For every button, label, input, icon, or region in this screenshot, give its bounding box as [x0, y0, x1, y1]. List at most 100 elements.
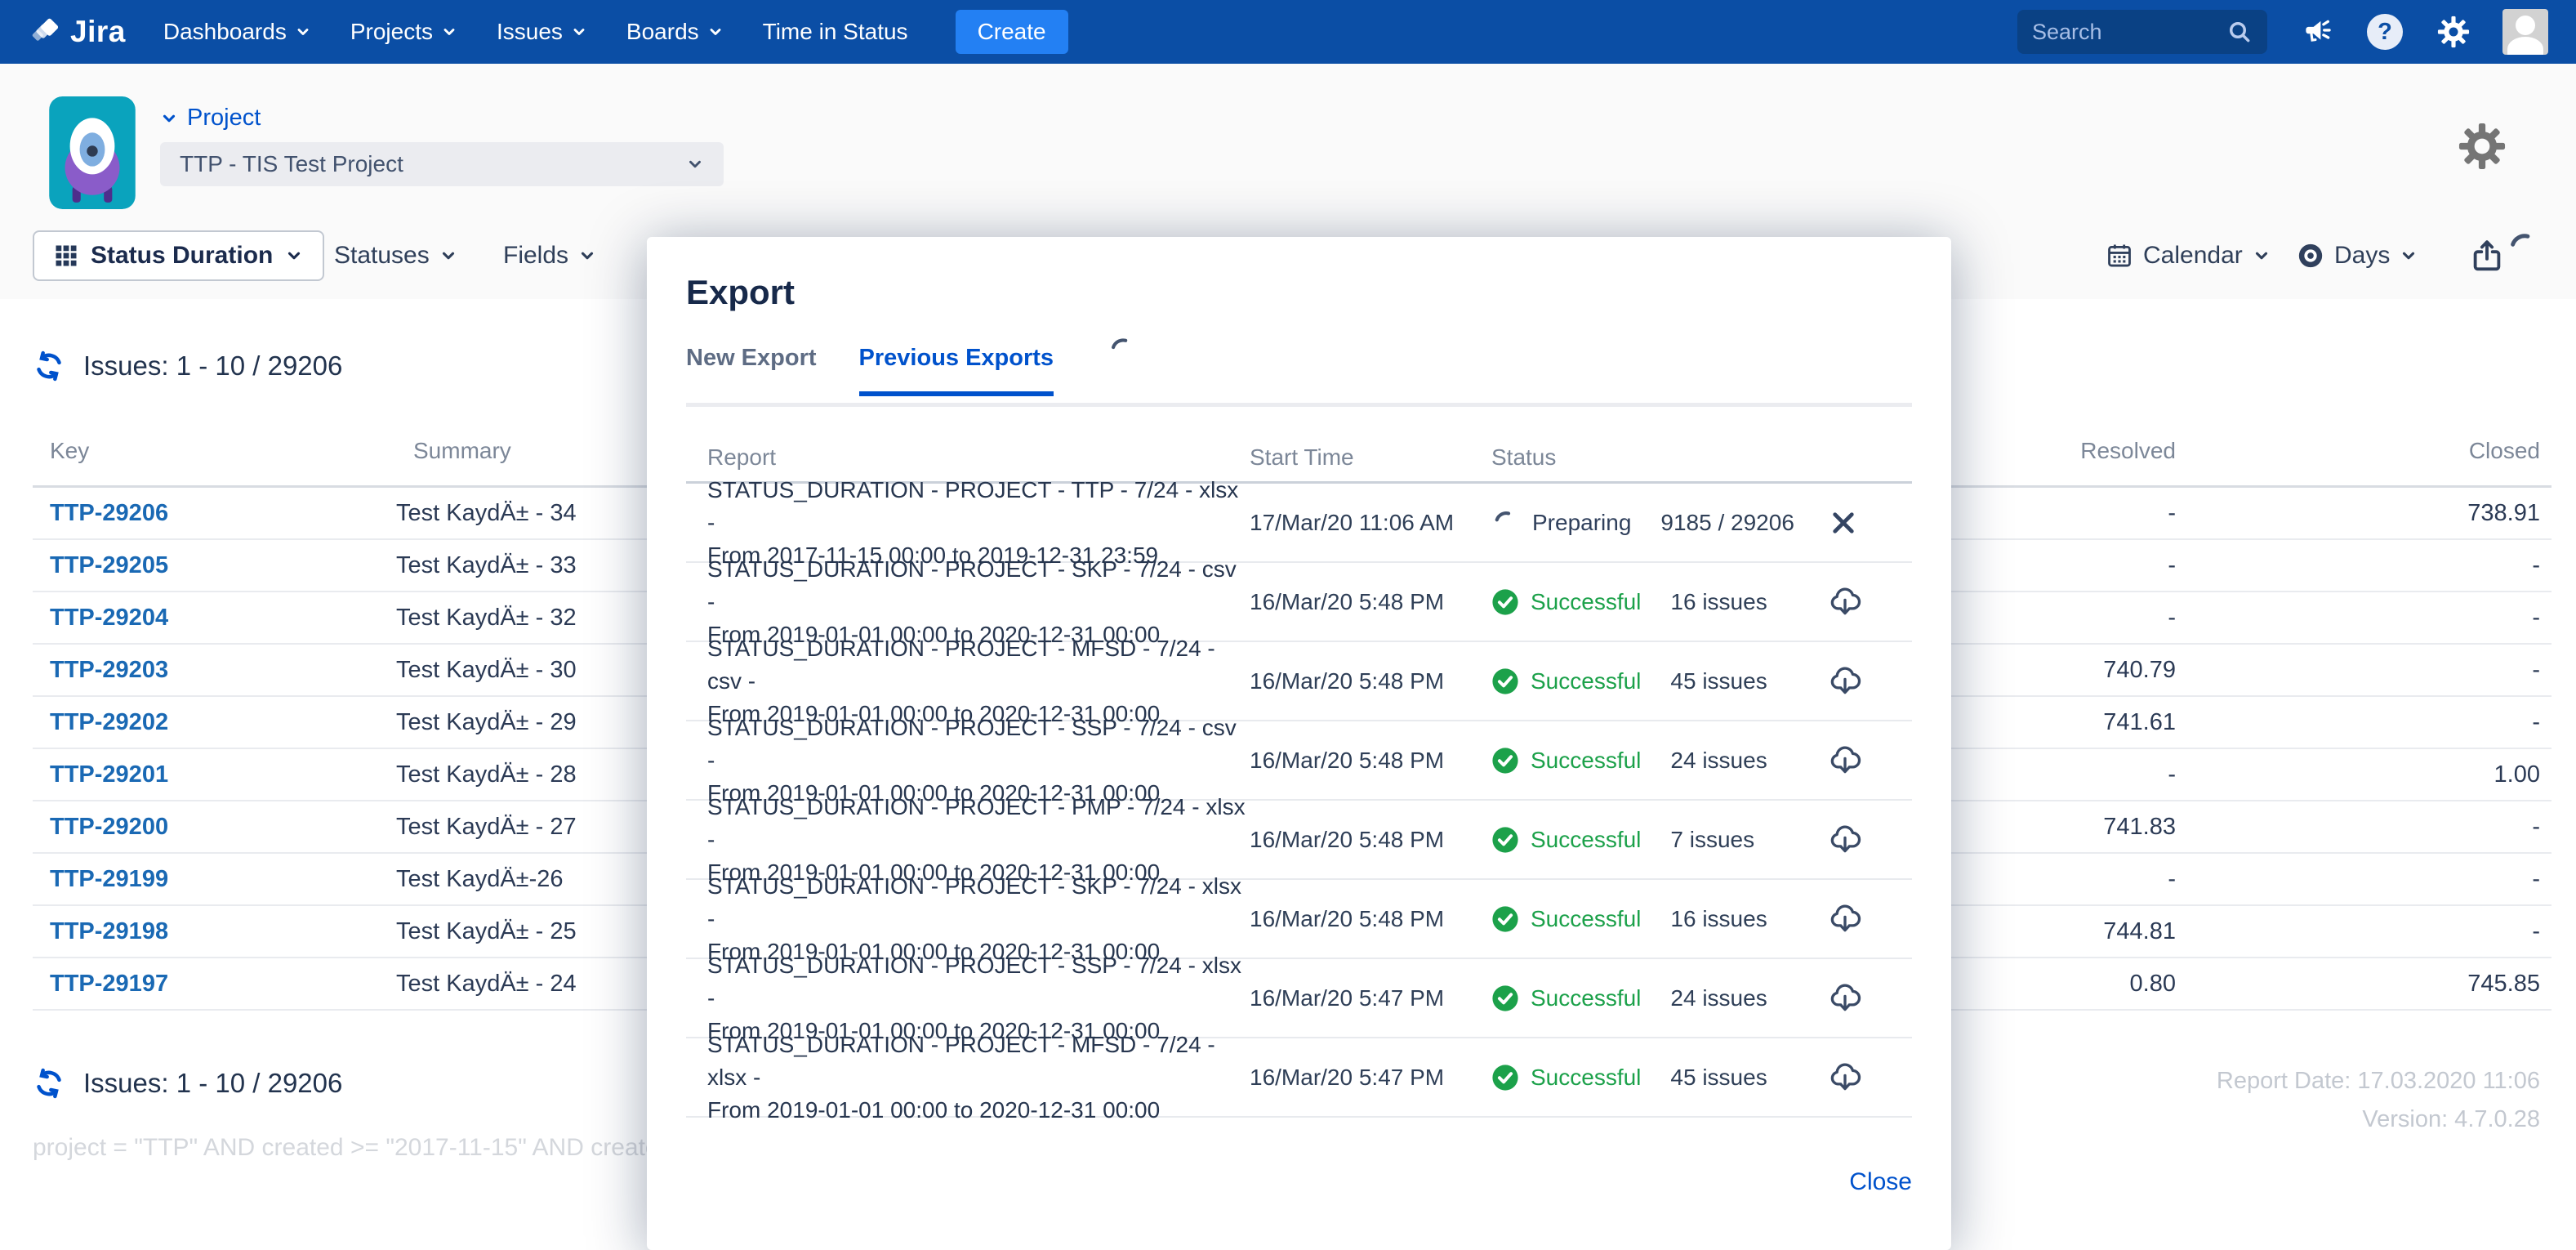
export-status: Successful 16 issues — [1491, 905, 1828, 933]
dialog-title: Export — [686, 273, 795, 312]
issue-key-link[interactable]: TTP-29197 — [33, 971, 396, 998]
tab-new-export[interactable]: New Export — [686, 338, 817, 396]
export-row: STATUS_DURATION - PROJECT - SSP - 7/24 -… — [686, 959, 1912, 1038]
issue-key-link[interactable]: TTP-29198 — [33, 918, 396, 945]
issue-key-link[interactable]: TTP-29204 — [33, 605, 396, 632]
announcements-icon[interactable] — [2300, 15, 2334, 49]
issue-closed-value: - — [2176, 657, 2540, 684]
export-share-icon[interactable] — [2468, 237, 2506, 275]
issue-closed-value: - — [2176, 605, 2540, 632]
export-status-count: 7 issues — [1670, 827, 1754, 853]
nav-item-boards[interactable]: Boards — [626, 19, 724, 45]
export-row: STATUS_DURATION - PROJECT - TTP - 7/24 -… — [686, 484, 1912, 563]
tab-previous-exports[interactable]: Previous Exports — [859, 338, 1054, 396]
export-start-time: 16/Mar/20 5:47 PM — [1250, 985, 1491, 1011]
refresh-icon[interactable] — [33, 350, 65, 382]
export-status: Preparing 9185 / 29206 — [1491, 508, 1828, 538]
export-status-count: 24 issues — [1670, 748, 1767, 774]
issue-key-link[interactable]: TTP-29206 — [33, 500, 396, 527]
report-footer: Report Date: 17.03.2020 11:06 Version: 4… — [2217, 1062, 2540, 1139]
nav-item-time-in-status[interactable]: Time in Status — [763, 19, 908, 45]
tab-loading-spinner-icon — [1108, 335, 1139, 366]
download-icon[interactable] — [1828, 743, 1862, 778]
fields-dropdown[interactable]: Fields — [503, 242, 596, 270]
issue-key-link[interactable]: TTP-29200 — [33, 814, 396, 841]
nav-item-dashboards[interactable]: Dashboards — [163, 19, 311, 45]
export-row: STATUS_DURATION - PROJECT - SKP - 7/24 -… — [686, 563, 1912, 642]
refresh-icon[interactable] — [33, 1067, 65, 1100]
search-box[interactable] — [2017, 10, 2267, 54]
column-header-closed: Closed — [2176, 438, 2540, 464]
project-settings-gear-icon[interactable] — [2455, 119, 2509, 173]
chevron-down-icon — [707, 24, 724, 40]
export-status-text: Successful — [1531, 906, 1641, 932]
user-avatar[interactable] — [2502, 9, 2548, 55]
download-icon[interactable] — [1828, 1060, 1862, 1095]
issue-key-link[interactable]: TTP-29201 — [33, 761, 396, 788]
export-status-count: 45 issues — [1670, 668, 1767, 694]
issue-closed-value: - — [2176, 814, 2540, 841]
export-status-text: Successful — [1531, 748, 1641, 774]
loading-spinner-icon — [2506, 230, 2543, 267]
issue-closed-value: 738.91 — [2176, 500, 2540, 527]
export-status: Successful 24 issues — [1491, 984, 1828, 1012]
export-status-count: 16 issues — [1670, 589, 1767, 615]
chevron-down-icon — [571, 24, 587, 40]
issue-closed-value: - — [2176, 552, 2540, 579]
export-status-text: Successful — [1531, 1065, 1641, 1091]
export-start-time: 16/Mar/20 5:48 PM — [1250, 906, 1491, 932]
project-breadcrumb[interactable]: Project — [160, 105, 261, 132]
create-button[interactable]: Create — [956, 10, 1068, 54]
export-status: Successful 24 issues — [1491, 747, 1828, 775]
export-row: STATUS_DURATION - PROJECT - SSP - 7/24 -… — [686, 721, 1912, 801]
download-icon[interactable] — [1828, 664, 1862, 699]
export-status-count: 24 issues — [1670, 985, 1767, 1011]
chevron-down-icon — [295, 24, 311, 40]
issue-key-link[interactable]: TTP-29202 — [33, 709, 396, 736]
download-icon[interactable] — [1828, 585, 1862, 619]
statuses-dropdown[interactable]: Statuses — [334, 242, 457, 270]
success-check-icon — [1491, 747, 1519, 775]
chevron-down-icon — [2253, 247, 2271, 265]
project-select[interactable]: TTP - TIS Test Project — [160, 142, 724, 186]
calendar-dropdown[interactable]: Calendar — [2106, 242, 2271, 270]
nav-item-issues[interactable]: Issues — [497, 19, 587, 45]
report-type-button[interactable]: Status Duration — [33, 230, 324, 281]
export-status: Successful 7 issues — [1491, 826, 1828, 854]
help-icon[interactable]: ? — [2367, 14, 2403, 50]
top-nav: Jira Dashboards Projects Issues Boards T… — [0, 0, 2576, 64]
tabs-underline-track — [686, 403, 1912, 407]
export-status: Successful 45 issues — [1491, 1064, 1828, 1092]
close-dialog-button[interactable]: Close — [1849, 1168, 1912, 1196]
export-row: STATUS_DURATION - PROJECT - PMP - 7/24 -… — [686, 801, 1912, 880]
issues-count-footer: Issues: 1 - 10 / 29206 — [33, 1067, 342, 1100]
column-header-summary: Summary — [413, 438, 511, 464]
export-status-text: Successful — [1531, 827, 1641, 853]
cancel-export-icon[interactable] — [1828, 507, 1859, 538]
issue-key-link[interactable]: TTP-29199 — [33, 866, 396, 893]
column-header-report: Report — [686, 444, 1250, 471]
settings-gear-icon[interactable] — [2436, 14, 2471, 50]
export-start-time: 16/Mar/20 5:47 PM — [1250, 1065, 1491, 1091]
issue-key-link[interactable]: TTP-29205 — [33, 552, 396, 579]
download-icon[interactable] — [1828, 823, 1862, 857]
issue-key-link[interactable]: TTP-29203 — [33, 657, 396, 684]
export-row: STATUS_DURATION - PROJECT - MFSD - 7/24 … — [686, 1038, 1912, 1118]
download-icon[interactable] — [1828, 902, 1862, 936]
export-status-text: Successful — [1531, 589, 1641, 615]
export-status-text: Successful — [1531, 668, 1641, 694]
calendar-icon — [2106, 242, 2133, 270]
jira-logo[interactable]: Jira — [28, 15, 126, 49]
days-dropdown[interactable]: Days — [2297, 242, 2418, 270]
export-start-time: 16/Mar/20 5:48 PM — [1250, 589, 1491, 615]
grid-icon — [54, 243, 78, 268]
chevron-down-icon — [439, 247, 457, 265]
search-input[interactable] — [2032, 20, 2226, 45]
success-check-icon — [1491, 1064, 1519, 1092]
export-start-time: 16/Mar/20 5:48 PM — [1250, 748, 1491, 774]
success-check-icon — [1491, 667, 1519, 695]
export-status-count: 16 issues — [1670, 906, 1767, 932]
success-check-icon — [1491, 588, 1519, 616]
download-icon[interactable] — [1828, 981, 1862, 1016]
nav-item-projects[interactable]: Projects — [350, 19, 457, 45]
